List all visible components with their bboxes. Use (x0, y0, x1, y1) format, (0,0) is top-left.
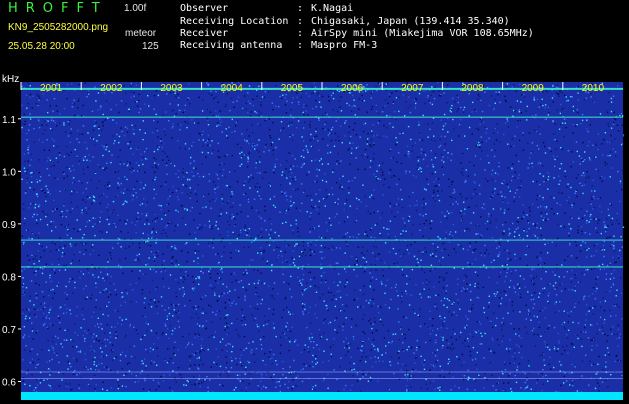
x-axis-tick-label: 2009 (522, 83, 545, 94)
x-axis-tick-label: 2004 (221, 83, 244, 94)
plot-background (21, 82, 623, 392)
y-axis-tick-label: 1.0 (2, 167, 16, 178)
info-label: Receiving antenna (180, 40, 297, 51)
info-value: AirSpy mini (Miakejima VOR 108.65MHz) (311, 28, 534, 39)
x-axis-tick-label: 2006 (341, 83, 364, 94)
meteor-count: 125 (142, 41, 159, 52)
app-title: HROFFT (8, 1, 108, 16)
meteor-label: meteor (125, 28, 156, 39)
info-value: Maspro FM-3 (311, 40, 377, 51)
y-axis-tick-label: 1.1 (2, 115, 16, 126)
info-label: Receiving Location (180, 16, 297, 27)
y-axis-tick-label: 0.7 (2, 325, 16, 336)
info-separator: : (297, 16, 311, 27)
x-axis-tick-label: 2001 (40, 83, 63, 94)
info-separator: : (297, 3, 311, 14)
spectrogram-area: 1.1 1.0 0.9 0.8 0.7 0.6 2001 2002 2003 2004 2005 20… (0, 75, 629, 400)
filename-label: KN9_2505282000.png (8, 22, 108, 33)
x-axis-tick-label: 2008 (461, 83, 484, 94)
version-label: 1.00f (124, 3, 146, 14)
x-axis-tick-label: 2003 (160, 83, 183, 94)
datetime-label: 25.05.28 20:00 (8, 41, 75, 52)
info-label: Receiver (180, 28, 297, 39)
info-row-location: Receiving Location:Chigasaki, Japan (139… (180, 16, 510, 27)
signal-bar (21, 392, 623, 400)
info-value: Chigasaki, Japan (139.414 35.340) (311, 16, 510, 27)
spectrogram-svg: 1.1 1.0 0.9 0.8 0.7 0.6 2001 2002 2003 2004 2005 20… (0, 75, 629, 400)
info-label: Observer (180, 3, 297, 14)
x-axis-tick-label: 2002 (100, 83, 123, 94)
info-separator: : (297, 40, 311, 51)
x-axis-tick-label: 2007 (401, 83, 424, 94)
x-axis-tick-label: 2005 (281, 83, 304, 94)
info-row-receiver: Receiver:AirSpy mini (Miakejima VOR 108.… (180, 28, 534, 39)
y-axis-tick-label: 0.9 (2, 220, 16, 231)
info-value: K.Nagai (311, 3, 353, 14)
info-row-observer: Observer:K.Nagai (180, 3, 353, 14)
x-axis-tick-label: 2010 (582, 83, 605, 94)
info-row-antenna: Receiving antenna:Maspro FM-3 (180, 40, 377, 51)
y-axis-tick-label: 0.6 (2, 377, 16, 388)
y-axis-tick-label: 0.8 (2, 272, 16, 283)
info-separator: : (297, 28, 311, 39)
header-panel: HROFFT 1.00f KN9_2505282000.png meteor 2… (0, 0, 629, 75)
